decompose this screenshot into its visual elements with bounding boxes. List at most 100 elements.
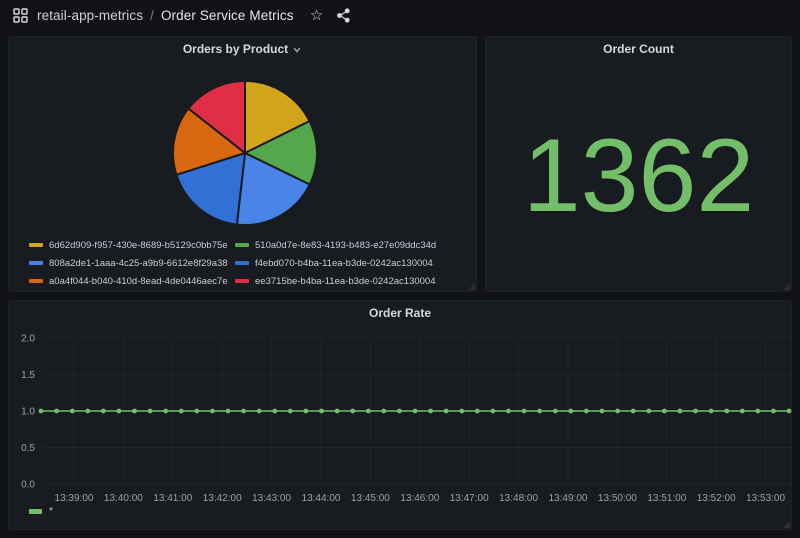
series-point bbox=[163, 409, 168, 414]
panel-title-menu-order-rate[interactable]: Order Rate bbox=[9, 301, 791, 325]
series-point bbox=[288, 409, 293, 414]
series-point bbox=[319, 409, 324, 414]
star-icon[interactable]: ☆ bbox=[307, 5, 327, 25]
series-point bbox=[272, 409, 277, 414]
series-point bbox=[646, 409, 651, 414]
series-point bbox=[787, 409, 792, 414]
series-point bbox=[304, 409, 309, 414]
x-axis-tick-label: 13:40:00 bbox=[104, 493, 143, 504]
x-axis-tick-label: 13:49:00 bbox=[549, 493, 588, 504]
series-point bbox=[693, 409, 698, 414]
panel-title: Order Count bbox=[603, 42, 674, 56]
dashboards-grid-icon[interactable] bbox=[10, 5, 30, 25]
panel-title-menu-orders-by-product[interactable]: Orders by Product bbox=[9, 37, 476, 61]
series-color-swatch bbox=[29, 279, 43, 283]
series-point bbox=[117, 409, 122, 414]
panel-resize-handle[interactable] bbox=[468, 283, 475, 290]
series-point bbox=[506, 409, 511, 414]
legend-item[interactable]: 6d62d909-f957-430e-8689-b5129c0bb75e bbox=[29, 236, 235, 254]
panel-title-menu-order-count[interactable]: Order Count bbox=[486, 37, 791, 61]
breadcrumb-separator: / bbox=[150, 8, 154, 23]
series-point bbox=[568, 409, 573, 414]
series-legend-item[interactable]: * bbox=[29, 505, 53, 517]
x-axis-tick-label: 13:43:00 bbox=[252, 493, 291, 504]
series-label: 6d62d909-f957-430e-8689-b5129c0bb75e bbox=[49, 240, 228, 251]
series-point bbox=[148, 409, 153, 414]
panel-orders-by-product: Orders by Product 6d62d909-f957-430e-868… bbox=[8, 36, 477, 292]
series-point bbox=[39, 409, 44, 414]
legend-item[interactable]: 808a2de1-1aaa-4c25-a9b9-6612e8f29a38 bbox=[29, 254, 235, 272]
series-point bbox=[678, 409, 683, 414]
x-axis-tick-label: 13:48:00 bbox=[499, 493, 538, 504]
x-axis-tick-label: 13:52:00 bbox=[697, 493, 736, 504]
series-label: f4ebd070-b4ba-11ea-b3de-0242ac130004 bbox=[255, 258, 433, 269]
series-point bbox=[537, 409, 542, 414]
series-color-swatch bbox=[235, 243, 249, 247]
series-label: 808a2de1-1aaa-4c25-a9b9-6612e8f29a38 bbox=[49, 258, 228, 269]
series-point bbox=[428, 409, 433, 414]
series-point bbox=[85, 409, 90, 414]
series-point bbox=[740, 409, 745, 414]
series-point bbox=[584, 409, 589, 414]
series-point bbox=[631, 409, 636, 414]
breadcrumb-dashboard-name[interactable]: retail-app-metrics bbox=[37, 8, 143, 23]
top-nav-bar: retail-app-metrics / Order Service Metri… bbox=[0, 0, 800, 30]
series-label: ee3715be-b4ba-11ea-b3de-0242ac130004 bbox=[255, 276, 436, 287]
panel-order-rate: 2.01.51.00.50.013:39:0013:40:0013:41:001… bbox=[8, 300, 792, 530]
x-axis-tick-label: 13:50:00 bbox=[598, 493, 637, 504]
series-point bbox=[179, 409, 184, 414]
series-point bbox=[54, 409, 59, 414]
stat-body: 1362 bbox=[486, 61, 791, 291]
series-point bbox=[366, 409, 371, 414]
panel-resize-handle[interactable] bbox=[783, 283, 790, 290]
legend-item[interactable]: ee3715be-b4ba-11ea-b3de-0242ac130004 bbox=[235, 272, 470, 290]
order-count-value: 1362 bbox=[523, 124, 754, 228]
series-color-swatch bbox=[235, 261, 249, 265]
legend-item[interactable]: 510a0d7e-8e83-4193-b483-e27e09ddc34d bbox=[235, 236, 470, 254]
series-point bbox=[475, 409, 480, 414]
series-point bbox=[491, 409, 496, 414]
series-point bbox=[132, 409, 137, 414]
series-point bbox=[397, 409, 402, 414]
series-label: * bbox=[49, 505, 53, 517]
panel-title: Orders by Product bbox=[183, 42, 288, 56]
pie-chart bbox=[160, 68, 330, 238]
x-axis-tick-label: 13:46:00 bbox=[400, 493, 439, 504]
panel-order-count: Order Count 1362 bbox=[485, 36, 792, 292]
series-point bbox=[600, 409, 605, 414]
series-color-swatch bbox=[29, 261, 43, 265]
series-point bbox=[210, 409, 215, 414]
series-point bbox=[724, 409, 729, 414]
y-axis-tick-label: 1.5 bbox=[21, 370, 35, 381]
series-label: 510a0d7e-8e83-4193-b483-e27e09ddc34d bbox=[255, 240, 436, 251]
panel-resize-handle[interactable] bbox=[783, 521, 790, 528]
series-point bbox=[459, 409, 464, 414]
series-point bbox=[444, 409, 449, 414]
series-point bbox=[522, 409, 527, 414]
series-point bbox=[241, 409, 246, 414]
series-label: a0a4f044-b040-410d-8ead-4de0446aec7e bbox=[49, 276, 228, 287]
y-axis-tick-label: 2.0 bbox=[21, 334, 35, 345]
series-point bbox=[709, 409, 714, 414]
series-point bbox=[615, 409, 620, 414]
x-axis-tick-label: 13:41:00 bbox=[153, 493, 192, 504]
legend-item[interactable]: a0a4f044-b040-410d-8ead-4de0446aec7e bbox=[29, 272, 235, 290]
series-point bbox=[553, 409, 558, 414]
share-icon[interactable] bbox=[334, 5, 354, 25]
series-point bbox=[755, 409, 760, 414]
chevron-down-icon bbox=[292, 45, 302, 55]
series-point bbox=[101, 409, 106, 414]
y-axis-tick-label: 1.0 bbox=[21, 407, 35, 418]
series-point bbox=[257, 409, 262, 414]
breadcrumb-page-title: Order Service Metrics bbox=[161, 8, 294, 23]
series-color-swatch bbox=[29, 509, 42, 514]
panel-title: Order Rate bbox=[369, 306, 431, 320]
x-axis-tick-label: 13:51:00 bbox=[647, 493, 686, 504]
x-axis-tick-label: 13:53:00 bbox=[746, 493, 785, 504]
x-axis-tick-label: 13:45:00 bbox=[351, 493, 390, 504]
legend-item[interactable]: f4ebd070-b4ba-11ea-b3de-0242ac130004 bbox=[235, 254, 470, 272]
series-point bbox=[70, 409, 75, 414]
y-axis-tick-label: 0.5 bbox=[21, 443, 35, 454]
series-point bbox=[350, 409, 355, 414]
order-rate-graph: 2.01.51.00.50.013:39:0013:40:0013:41:001… bbox=[9, 301, 793, 531]
